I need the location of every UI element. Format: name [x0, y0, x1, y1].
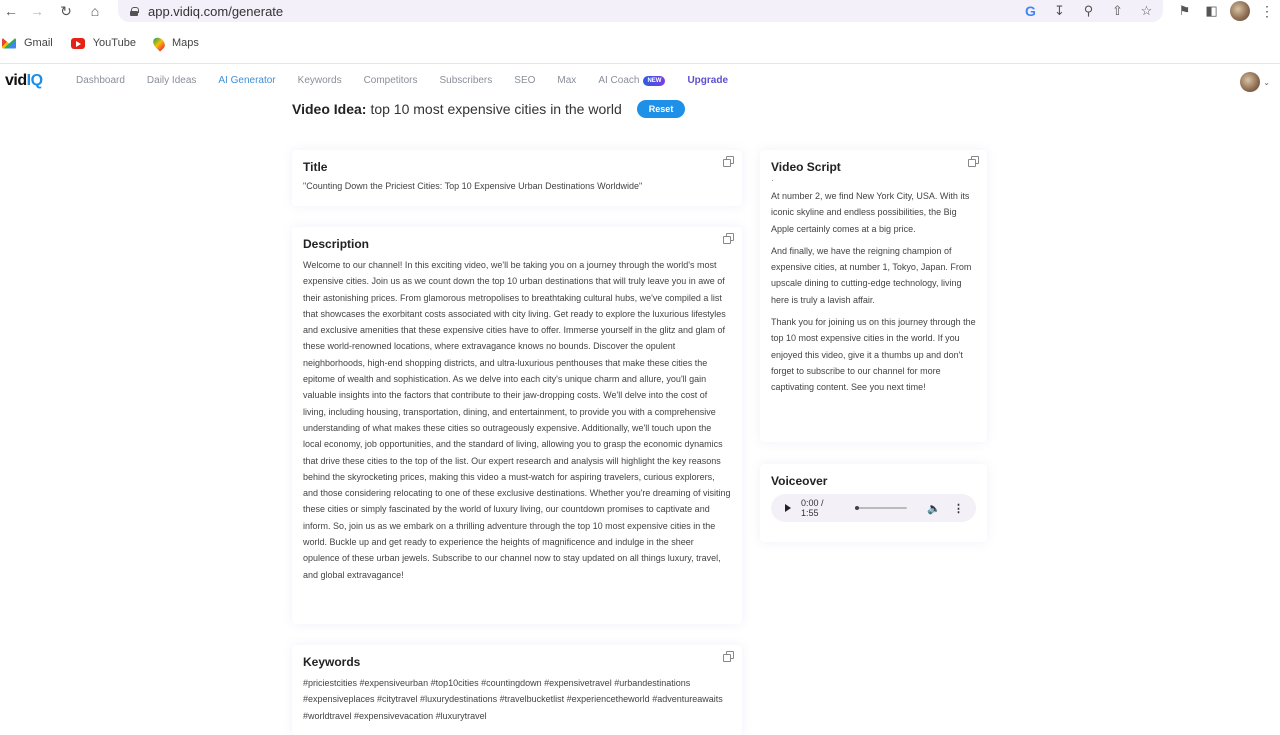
copy-icon[interactable] [723, 156, 734, 167]
url-text[interactable]: app.vidiq.com/generate [148, 4, 283, 19]
description-text: Welcome to our channel! In this exciting… [303, 260, 731, 580]
nav-subscribers[interactable]: Subscribers [439, 75, 492, 86]
volume-icon[interactable]: 🔈 [927, 502, 941, 515]
bookmark-label: YouTube [92, 37, 136, 49]
script-paragraph: Thank you for joining us on this journey… [771, 317, 976, 393]
new-badge: NEW [643, 75, 666, 86]
forward-button[interactable]: → [26, 1, 48, 21]
address-bar[interactable]: app.vidiq.com/generate G ↧ ⚲ ⇧ ☆ [118, 0, 1163, 22]
script-paragraph: And finally, we have the reigning champi… [771, 245, 972, 305]
audio-time: 0:00 / 1:55 [801, 498, 824, 518]
nav-ai-generator[interactable]: AI Generator [218, 75, 275, 86]
logo-accent: IQ [26, 72, 43, 89]
user-menu[interactable]: ⌄ [1240, 72, 1270, 92]
browser-menu-icon[interactable]: ⋮ [1260, 3, 1274, 20]
nav-keywords[interactable]: Keywords [298, 75, 342, 86]
nav-ai-coach-label: AI Coach [598, 75, 640, 86]
script-heading: Video Script [771, 160, 841, 174]
keywords-text: #priciestcities #expensiveurban #top10ci… [303, 678, 723, 721]
browser-toolbar: ← → ↻ ⌂ app.vidiq.com/generate G ↧ ⚲ ⇧ ☆… [0, 0, 1280, 22]
more-options-icon[interactable]: ⋮ [953, 502, 964, 515]
reload-button[interactable]: ↻ [55, 1, 77, 21]
chevron-down-icon: ⌄ [1263, 77, 1270, 87]
script-paragraph: At number 2, we find New York City, USA.… [771, 191, 970, 234]
bookmark-gmail[interactable]: Gmail [2, 37, 53, 49]
bookmark-label: Gmail [24, 37, 53, 49]
nav-upgrade[interactable]: Upgrade [687, 75, 728, 86]
description-card: Description Welcome to our channel! In t… [292, 227, 742, 624]
title-card: Title "Counting Down the Priciest Cities… [292, 150, 742, 206]
share-icon[interactable]: ⇧ [1109, 2, 1126, 19]
keywords-card: Keywords #priciestcities #expensiveurban… [292, 645, 742, 735]
voiceover-heading: Voiceover [771, 474, 828, 488]
side-panel-icon[interactable]: ◧ [1203, 3, 1220, 20]
logo-text: vid [5, 72, 27, 89]
video-idea-value: top 10 most expensive cities in the worl… [370, 101, 622, 117]
copy-icon[interactable] [723, 651, 734, 662]
nav-daily-ideas[interactable]: Daily Ideas [147, 75, 196, 86]
youtube-icon [70, 37, 85, 49]
back-button[interactable]: ← [0, 1, 22, 21]
title-text: "Counting Down the Priciest Cities: Top … [303, 181, 643, 191]
bookmark-star-icon[interactable]: ☆ [1138, 2, 1155, 19]
title-heading: Title [303, 160, 328, 174]
install-app-icon[interactable]: ↧ [1051, 2, 1068, 19]
gmail-icon [2, 37, 16, 49]
google-icon[interactable]: G [1022, 2, 1039, 19]
bookmark-label: Maps [171, 37, 199, 49]
user-avatar [1240, 72, 1261, 92]
bookmark-youtube[interactable]: YouTube [70, 37, 136, 49]
maps-icon [150, 34, 168, 52]
video-idea-label: Video Idea: [292, 101, 367, 117]
audio-seek-slider[interactable] [854, 506, 908, 510]
bookmark-maps[interactable]: Maps [150, 34, 199, 52]
lock-icon [130, 6, 139, 16]
video-idea-header: Video Idea: top 10 most expensive cities… [292, 100, 686, 118]
nav-dashboard[interactable]: Dashboard [76, 75, 125, 86]
nav-seo[interactable]: SEO [514, 75, 535, 86]
video-script-card: Video Script · At number 2, we find New … [760, 150, 987, 442]
home-button[interactable]: ⌂ [84, 1, 106, 21]
audio-player: 0:00 / 1:55 🔈 ⋮ [771, 494, 976, 522]
copy-icon[interactable] [723, 233, 734, 244]
vidiq-logo[interactable]: vidIQ [5, 72, 43, 90]
nav-competitors[interactable]: Competitors [364, 75, 418, 86]
nav-max[interactable]: Max [557, 75, 576, 86]
voiceover-card: Voiceover 0:00 / 1:55 🔈 ⋮ [760, 464, 987, 542]
copy-icon[interactable] [968, 156, 979, 167]
description-heading: Description [303, 237, 370, 251]
nav-ai-coach[interactable]: AI Coach NEW [598, 75, 666, 86]
extensions-icon[interactable]: ⚑ [1176, 3, 1193, 20]
profile-avatar[interactable] [1230, 1, 1250, 21]
keywords-heading: Keywords [303, 655, 361, 669]
zoom-icon[interactable]: ⚲ [1080, 2, 1097, 19]
play-icon[interactable] [785, 504, 791, 512]
reset-button[interactable]: Reset [636, 100, 686, 118]
bookmarks-bar: Gmail YouTube Maps [0, 33, 1280, 64]
scroll-indicator: · [771, 175, 774, 185]
app-navbar: vidIQ Dashboard Daily Ideas AI Generator… [0, 64, 1280, 98]
